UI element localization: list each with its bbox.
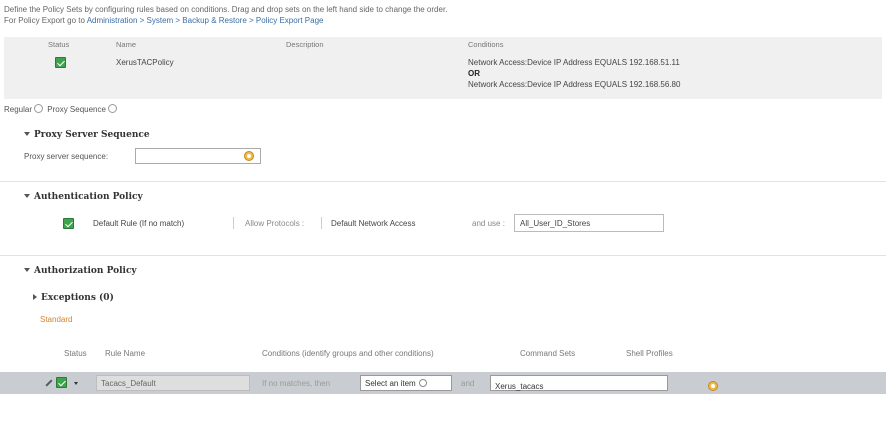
authz-command-sets-header: Command Sets — [520, 349, 576, 358]
edit-pencil-icon[interactable] — [45, 379, 53, 387]
policy-set-condition-operator: OR — [468, 69, 480, 78]
collapse-arrow-icon — [24, 268, 30, 272]
policy-set-condition-2: Network Access:Device IP Address EQUALS … — [468, 80, 681, 89]
rule-name-input[interactable]: Tacacs_Default — [96, 375, 250, 391]
intro-line-2: For Policy Export go to Administration >… — [4, 15, 447, 26]
add-condition-icon — [418, 379, 427, 387]
standard-label: Standard — [40, 315, 73, 324]
rule-name-value: Tacacs_Default — [101, 379, 156, 388]
proxy-section-title: Proxy Server Sequence — [34, 130, 150, 140]
allow-protocols-value[interactable]: Default Network Access — [331, 219, 415, 228]
identity-store-value: All_User_ID_Stores — [520, 219, 591, 228]
policy-set-condition-1: Network Access:Device IP Address EQUALS … — [468, 58, 680, 67]
command-set-field[interactable]: Xerus_tacacs — [490, 375, 718, 391]
authz-conditions-header: Conditions (identify groups and other co… — [262, 349, 434, 358]
divider — [0, 181, 886, 182]
authz-rule-status-checkbox[interactable] — [56, 377, 67, 388]
status-column-header: Status — [48, 40, 70, 49]
authorization-section-header[interactable]: Authorization Policy — [24, 266, 137, 276]
if-no-match-text: If no matches, then — [262, 379, 331, 388]
policy-set-name[interactable]: XerusTACPolicy — [116, 58, 174, 67]
authz-rule-name-header: Rule Name — [105, 349, 146, 358]
proxy-sequence-label: Proxy Sequence — [47, 105, 106, 114]
policy-set-status-checkbox[interactable] — [55, 57, 66, 68]
authz-shell-profiles-header: Shell Profiles — [626, 349, 673, 358]
collapse-arrow-icon — [24, 132, 30, 136]
divider — [0, 255, 886, 256]
auth-rule-status-checkbox[interactable] — [63, 218, 74, 229]
regular-label: Regular — [4, 105, 33, 114]
policy-export-link[interactable]: Administration > System > Backup & Resto… — [87, 16, 324, 25]
gear-icon[interactable] — [707, 381, 718, 391]
command-set-value: Xerus_tacacs — [495, 382, 544, 391]
allow-protocols-label: Allow Protocols : — [245, 219, 305, 228]
identity-store-label: and use : — [472, 219, 505, 228]
intro-line-1: Define the Policy Sets by configuring ru… — [4, 5, 448, 14]
condition-select-placeholder: Select an item — [365, 379, 416, 388]
auth-default-rule: Default Rule (If no match) — [93, 219, 185, 228]
separator — [321, 217, 322, 229]
collapse-arrow-icon — [24, 194, 30, 198]
intro-line-2-prefix: For Policy Export go to — [4, 16, 87, 25]
proxy-sequence-radio[interactable] — [107, 104, 117, 113]
identity-store-field[interactable]: All_User_ID_Stores — [514, 214, 664, 232]
expand-arrow-icon — [33, 294, 37, 300]
authz-status-header: Status — [64, 349, 87, 358]
condition-select[interactable]: Select an item — [360, 375, 452, 391]
policy-mode-selector: Regular Proxy Sequence — [4, 104, 119, 114]
policy-set-table: Status Name Description Conditions Xerus… — [4, 37, 882, 99]
proxy-sequence-input[interactable] — [135, 148, 261, 164]
separator — [233, 217, 234, 229]
status-dropdown-chevron-icon[interactable] — [74, 382, 78, 385]
authentication-section-title: Authentication Policy — [34, 192, 143, 202]
gear-icon[interactable] — [244, 151, 254, 161]
proxy-section-header[interactable]: Proxy Server Sequence — [24, 130, 150, 140]
conditions-column-header: Conditions — [468, 40, 504, 49]
and-text: and — [461, 379, 475, 388]
authz-rule-row[interactable]: Tacacs_Default If no matches, then Selec… — [0, 372, 886, 394]
exceptions-header[interactable]: Exceptions (0) — [33, 293, 114, 303]
proxy-sequence-label: Proxy server sequence: — [24, 152, 109, 161]
name-column-header: Name — [116, 40, 137, 49]
exceptions-title: Exceptions (0) — [41, 293, 114, 303]
description-column-header: Description — [286, 40, 324, 49]
intro-text: Define the Policy Sets by configuring ru… — [4, 4, 447, 26]
authentication-section-header[interactable]: Authentication Policy — [24, 192, 143, 202]
regular-radio[interactable] — [34, 104, 44, 113]
authorization-section-title: Authorization Policy — [34, 266, 137, 276]
